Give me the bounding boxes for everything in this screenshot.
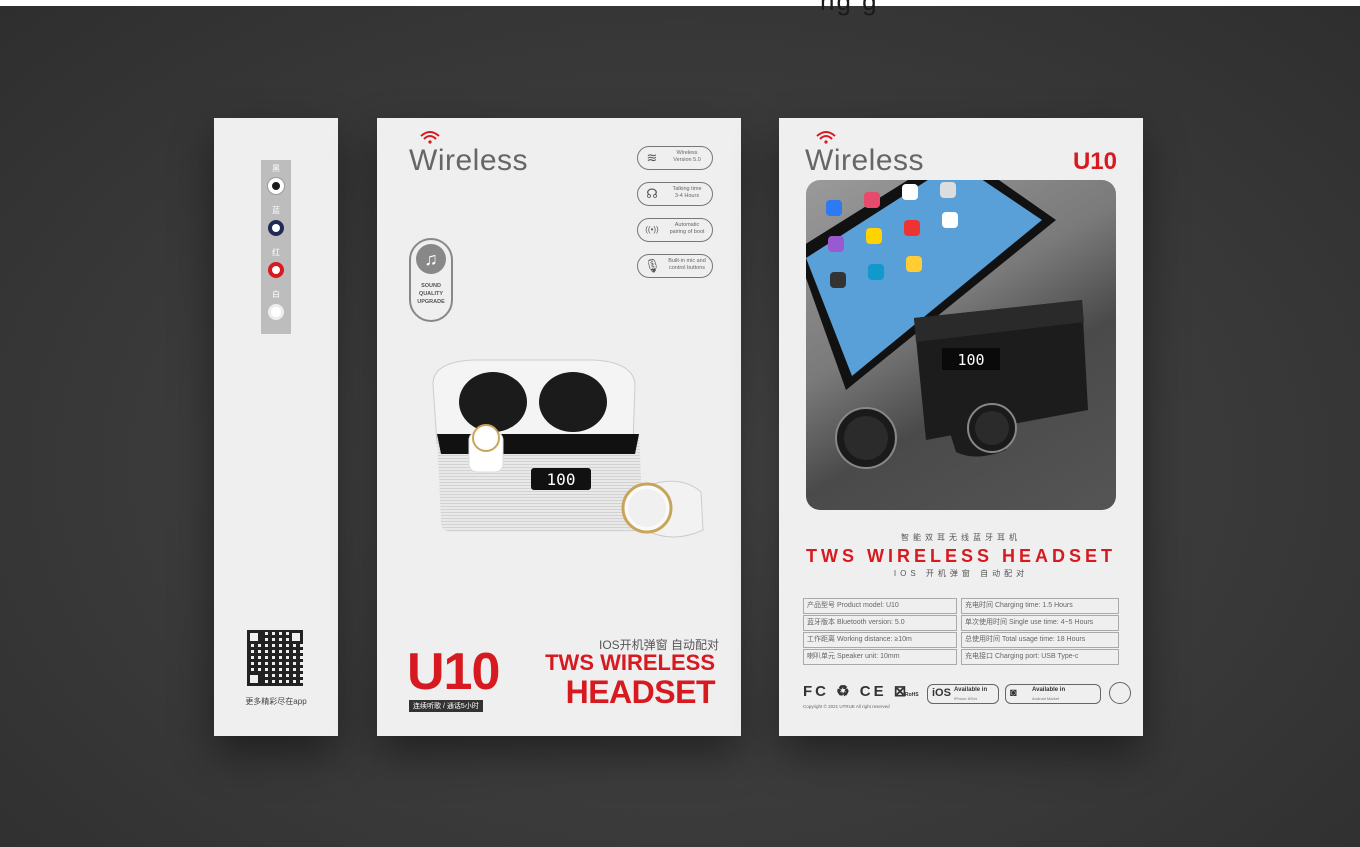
feature-badge-pairing: ((•)) Automatic pairing of boot: [637, 218, 713, 242]
spec-cell: 产品型号 Product model: U10: [803, 598, 957, 614]
spec-table: 产品型号 Product model: U10 充电时间 Charging ti…: [803, 598, 1119, 665]
box-spine-panel: 黑 蓝 红 白 更多精彩尽在app: [214, 118, 338, 736]
earbud-white: [621, 480, 704, 538]
tws-title-line1: TWS WIRELESS: [545, 650, 715, 675]
pairing-icon: ((•)): [645, 225, 659, 234]
color-swatches: 黑 蓝 红 白: [261, 160, 291, 334]
wifi-icon: [816, 131, 836, 144]
qr-code: [247, 630, 303, 686]
spec-cell: 蓝牙版本 Bluetooth version: 5.0: [803, 615, 957, 631]
spec-cell: 充电时间 Charging time: 1.5 Hours: [961, 598, 1119, 614]
spec-cell: 单次使用时间 Single use time: 4~5 Hours: [961, 615, 1119, 631]
swatch-red: 红: [263, 246, 289, 286]
spec-cell: 喇叭单元 Speaker unit: 10mm: [803, 649, 957, 665]
android-store-badge: ◙ Available in Android Market: [1005, 684, 1101, 704]
ring-icon: [268, 262, 284, 278]
quality-seal-icon: [1109, 682, 1131, 704]
spec-cell: 充电接口 Charging port: USB Type-c: [961, 649, 1119, 665]
ring-icon: [268, 178, 284, 194]
spec-cell: 工作距离 Working distance: ≥10m: [803, 632, 957, 648]
box-front-panel: Wireless ≋ Wireless Version 5.0 ☊ Talking…: [377, 118, 741, 736]
copyright-text: Copyright © 2021 UTRUE All right reserve…: [803, 704, 890, 709]
cert-marks-icon: FC ♻ CE ⊠: [803, 683, 910, 700]
cn-pairing-subtitle: IOS 开机弹窗 自动配对: [893, 569, 1029, 578]
music-note-icon: ♫: [416, 244, 446, 274]
feature-badge-mic: 🎙 Built-in mic and control buttons: [637, 254, 713, 278]
ios-store-badge: iOS Available in iPhone 8/Ser: [927, 684, 999, 704]
case-display-text: 100: [957, 351, 984, 369]
brand-logo: Wireless: [409, 131, 528, 178]
certification-row: FC ♻ CE ⊠ RoHS Copyright © 2021 UTRUE Al…: [803, 682, 1131, 712]
ring-icon: [268, 220, 284, 236]
wifi-icon: ≋: [646, 150, 658, 165]
box-back-panel: Wireless U10 100 智能双耳无线蓝牙耳机 TWS WIRELESS…: [779, 118, 1143, 736]
swatch-blue: 蓝: [263, 204, 289, 244]
tws-title: TWS WIRELESS HEADSET: [805, 546, 1116, 566]
top-text-fragment: ng g: [820, 0, 879, 16]
feature-badge-wireless: ≋ Wireless Version 5.0: [637, 146, 713, 170]
spine-caption: 更多精彩尽在app: [245, 697, 307, 706]
ring-icon: [268, 304, 284, 320]
talking-icon: ☊: [646, 186, 658, 201]
model-number: U10: [1072, 148, 1117, 175]
rohs-label: RoHS: [905, 692, 919, 698]
product-photo: 100: [806, 180, 1116, 510]
top-strip: [0, 0, 1360, 6]
case-display-text: 100: [547, 470, 576, 489]
cn-product-title: 智能双耳无线蓝牙耳机: [901, 533, 1021, 542]
swatch-black: 黑: [263, 162, 289, 202]
swatch-white: 白: [263, 288, 289, 328]
sound-quality-badge: ♫ SOUND QUALITY UPGRADE: [409, 238, 453, 322]
mic-icon: 🎙: [644, 258, 661, 273]
feature-badge-talking: ☊ Talking time 3-4 Hours: [637, 182, 713, 206]
model-subtitle: 连续听歌 / 通话5小时: [409, 700, 483, 712]
tws-title-line2: HEADSET: [565, 674, 716, 710]
earbud-black-left: [835, 407, 897, 469]
wifi-icon: [420, 131, 440, 144]
spec-cell: 总使用时间 Total usage time: 18 Hours: [961, 632, 1119, 648]
android-icon: ◙: [1010, 687, 1017, 699]
model-number: U10: [407, 643, 500, 701]
earbuds-case-image: 100: [432, 359, 704, 538]
brand-logo: Wireless: [805, 131, 924, 178]
